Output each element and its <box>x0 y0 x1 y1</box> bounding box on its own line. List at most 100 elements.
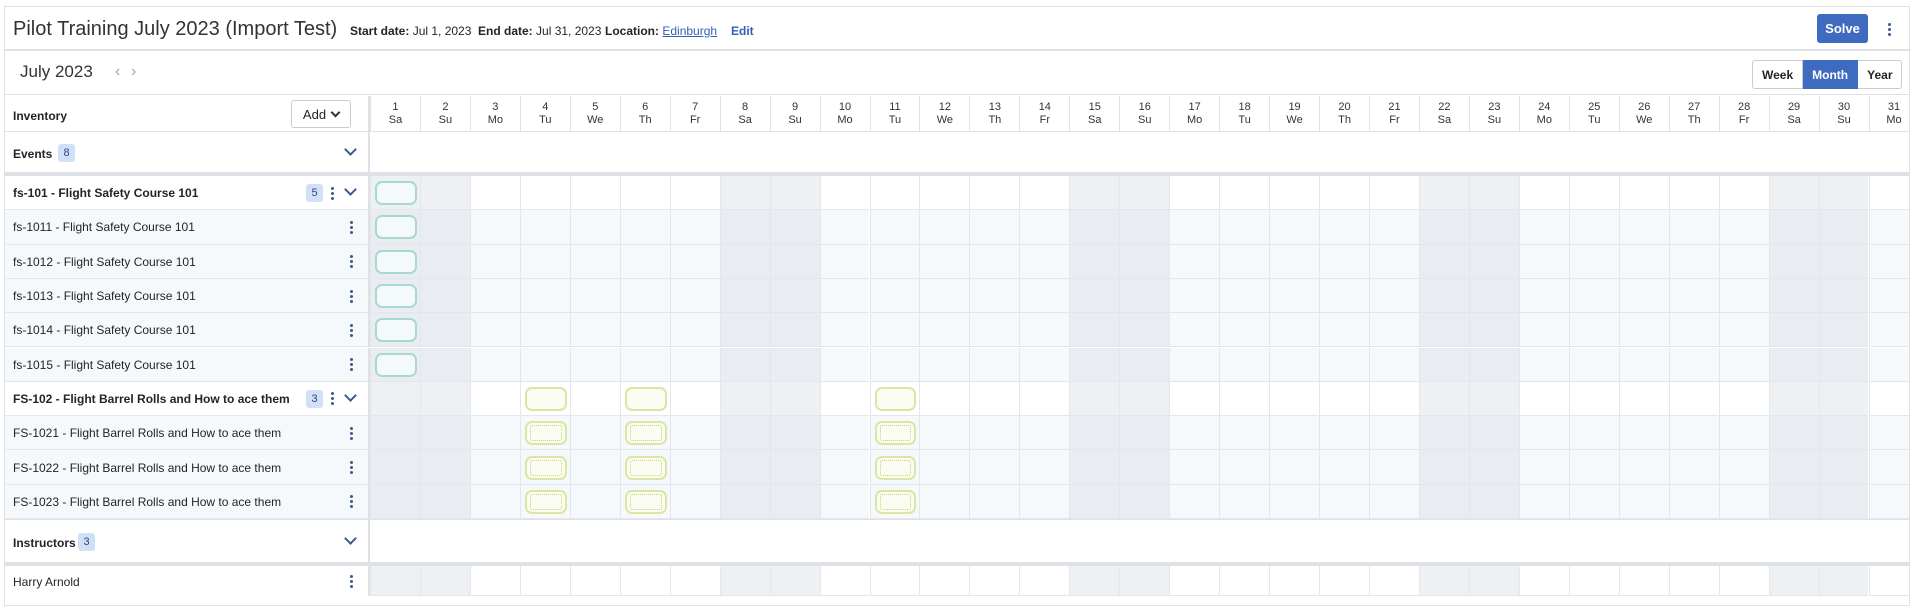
day-cell[interactable] <box>1718 484 1769 519</box>
day-cell[interactable] <box>1518 566 1569 596</box>
day-cell[interactable] <box>1668 313 1719 348</box>
day-cell[interactable] <box>919 210 970 245</box>
day-cell[interactable] <box>1668 210 1719 245</box>
day-cell[interactable] <box>1319 347 1369 382</box>
event-block[interactable] <box>524 421 567 446</box>
day-cell[interactable] <box>1418 244 1469 279</box>
solve-button[interactable]: Solve <box>1817 14 1868 43</box>
day-cell[interactable] <box>1369 484 1419 519</box>
day-cell[interactable] <box>969 566 1020 596</box>
event-block[interactable] <box>524 386 567 411</box>
day-cell[interactable] <box>1069 416 1120 451</box>
day-cell[interactable] <box>1718 566 1769 596</box>
day-cell[interactable] <box>969 313 1020 348</box>
day-cell[interactable] <box>419 278 470 314</box>
day-cell[interactable] <box>1319 210 1369 245</box>
day-cell[interactable] <box>1119 347 1170 382</box>
day-cell[interactable] <box>1119 210 1170 245</box>
day-cell[interactable] <box>1718 381 1769 417</box>
day-cell[interactable] <box>1518 210 1569 245</box>
day-cell[interactable] <box>1169 347 1220 382</box>
day-cell[interactable] <box>1768 450 1819 485</box>
day-cell[interactable] <box>1518 347 1569 382</box>
more-options-icon[interactable] <box>1883 19 1895 39</box>
row-menu-icon[interactable] <box>346 219 356 235</box>
day-cell[interactable] <box>1269 244 1320 279</box>
row-menu-icon[interactable] <box>346 254 356 270</box>
day-cell[interactable] <box>1169 313 1220 348</box>
day-cell[interactable] <box>370 381 420 417</box>
day-cell[interactable] <box>1019 416 1070 451</box>
day-cell[interactable] <box>919 244 970 279</box>
day-cell[interactable] <box>1568 278 1619 314</box>
event-block[interactable] <box>375 352 417 377</box>
day-cell[interactable] <box>519 244 570 279</box>
day-cell[interactable] <box>1219 210 1270 245</box>
day-cell[interactable] <box>1269 176 1320 211</box>
day-cell[interactable] <box>1019 566 1070 596</box>
day-cell[interactable] <box>1868 278 1909 314</box>
day-cell[interactable] <box>1568 450 1619 485</box>
day-cell[interactable] <box>1718 176 1769 211</box>
day-cell[interactable] <box>1169 244 1220 279</box>
day-cell[interactable] <box>1069 484 1120 519</box>
day-cell[interactable] <box>469 566 520 596</box>
location-link[interactable]: Edinburgh <box>662 24 717 38</box>
row-menu-icon[interactable] <box>346 460 356 476</box>
event-block[interactable] <box>375 249 417 274</box>
day-cell[interactable] <box>719 484 770 519</box>
day-cell[interactable] <box>1568 313 1619 348</box>
day-cell[interactable] <box>1069 278 1120 314</box>
event-block[interactable] <box>874 489 917 514</box>
day-cell[interactable] <box>769 176 820 211</box>
chevron-left-icon[interactable]: ‹ <box>115 64 120 80</box>
day-cell[interactable] <box>1868 244 1909 279</box>
day-cell[interactable] <box>919 176 970 211</box>
event-block[interactable] <box>874 455 917 480</box>
day-cell[interactable] <box>819 381 870 417</box>
day-cell[interactable] <box>1718 210 1769 245</box>
day-cell[interactable] <box>1269 278 1320 314</box>
day-cell[interactable] <box>769 566 820 596</box>
day-cell[interactable] <box>519 278 570 314</box>
day-cell[interactable] <box>1618 484 1669 519</box>
day-cell[interactable] <box>669 381 720 417</box>
day-cell[interactable] <box>419 450 470 485</box>
day-cell[interactable] <box>1568 244 1619 279</box>
day-cell[interactable] <box>1119 278 1170 314</box>
row-menu-icon[interactable] <box>327 185 337 201</box>
day-cell[interactable] <box>1169 278 1220 314</box>
day-cell[interactable] <box>719 347 770 382</box>
day-cell[interactable] <box>1468 176 1519 211</box>
event-block[interactable] <box>874 421 917 446</box>
day-cell[interactable] <box>1219 450 1270 485</box>
day-cell[interactable] <box>819 278 870 314</box>
day-cell[interactable] <box>969 381 1020 417</box>
day-cell[interactable] <box>1618 176 1669 211</box>
day-cell[interactable] <box>1019 450 1070 485</box>
day-cell[interactable] <box>1269 416 1320 451</box>
day-cell[interactable] <box>669 416 720 451</box>
event-block[interactable] <box>624 421 667 446</box>
day-cell[interactable] <box>619 210 670 245</box>
day-cell[interactable] <box>719 381 770 417</box>
day-cell[interactable] <box>1169 416 1220 451</box>
day-cell[interactable] <box>1019 381 1070 417</box>
day-cell[interactable] <box>969 176 1020 211</box>
day-cell[interactable] <box>1818 313 1869 348</box>
day-cell[interactable] <box>1319 313 1369 348</box>
day-cell[interactable] <box>1618 347 1669 382</box>
day-cell[interactable] <box>469 450 520 485</box>
day-cell[interactable] <box>869 566 920 596</box>
day-cell[interactable] <box>1019 313 1070 348</box>
day-cell[interactable] <box>1568 347 1619 382</box>
day-cell[interactable] <box>1718 278 1769 314</box>
day-cell[interactable] <box>919 416 970 451</box>
day-cell[interactable] <box>1069 313 1120 348</box>
day-cell[interactable] <box>1618 381 1669 417</box>
day-cell[interactable] <box>1668 347 1719 382</box>
day-cell[interactable] <box>919 484 970 519</box>
day-cell[interactable] <box>569 381 620 417</box>
day-cell[interactable] <box>1169 484 1220 519</box>
day-cell[interactable] <box>619 244 670 279</box>
